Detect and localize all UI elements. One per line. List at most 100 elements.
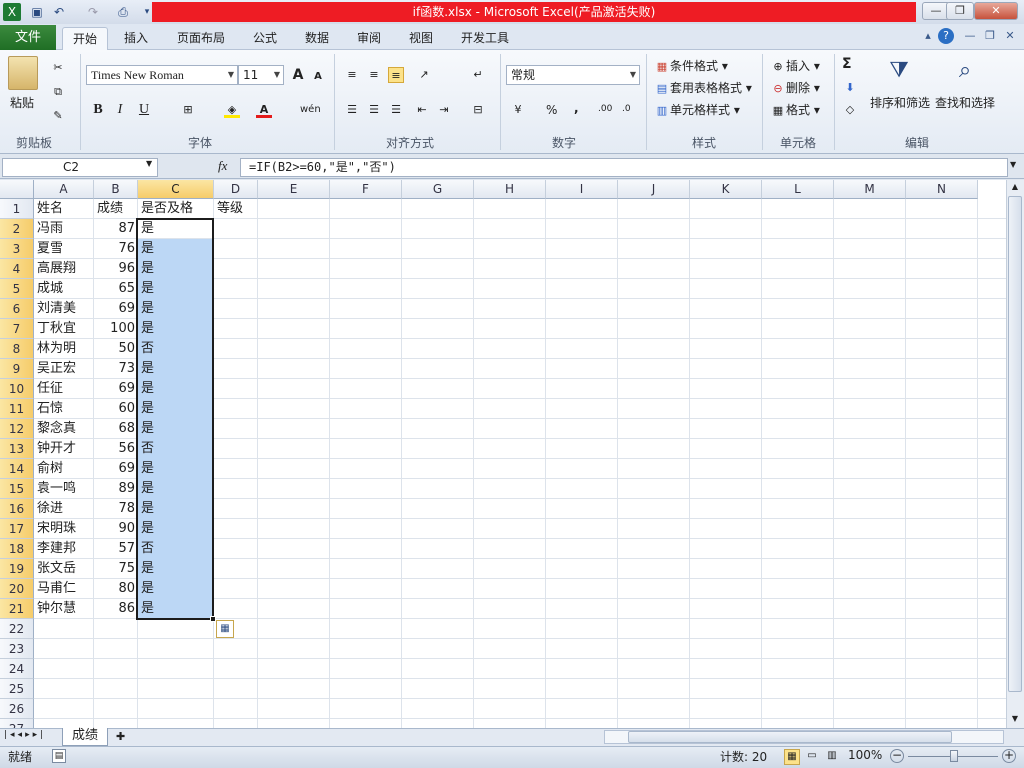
cell-name[interactable]: 俞树 bbox=[34, 459, 94, 479]
cell-score[interactable]: 56 bbox=[94, 439, 138, 459]
row-header[interactable]: 23 bbox=[0, 639, 34, 659]
row-header[interactable]: 24 bbox=[0, 659, 34, 679]
row-header[interactable]: 11 bbox=[0, 399, 34, 419]
sheet-tab-scores[interactable]: 成绩 bbox=[62, 728, 108, 746]
insert-sheet-icon[interactable]: ✚ bbox=[116, 730, 125, 743]
column-header-g[interactable]: G bbox=[402, 180, 474, 199]
clear-icon[interactable]: ◇ bbox=[842, 102, 858, 118]
page-layout-view-icon[interactable]: ▭ bbox=[804, 749, 820, 765]
tab-review[interactable]: 审阅 bbox=[350, 27, 388, 50]
tab-file[interactable]: 文件 bbox=[0, 25, 56, 50]
tab-formulas[interactable]: 公式 bbox=[246, 27, 284, 50]
cell-score[interactable]: 80 bbox=[94, 579, 138, 599]
row-header[interactable]: 14 bbox=[0, 459, 34, 479]
cell-name[interactable]: 冯雨 bbox=[34, 219, 94, 239]
borders-icon[interactable]: ⊞ bbox=[180, 102, 196, 118]
column-header-l[interactable]: L bbox=[762, 180, 834, 199]
column-header-b[interactable]: B bbox=[94, 180, 138, 199]
column-header-d[interactable]: D bbox=[214, 180, 258, 199]
comma-button[interactable]: , bbox=[574, 101, 579, 115]
header-cell-pass[interactable]: 是否及格 bbox=[138, 199, 214, 219]
cell-name[interactable]: 丁秋宜 bbox=[34, 319, 94, 339]
phonetic-icon[interactable]: wén bbox=[300, 102, 321, 118]
cell-score[interactable]: 69 bbox=[94, 299, 138, 319]
header-cell-score[interactable]: 成绩 bbox=[94, 199, 138, 219]
decrease-indent-icon[interactable]: ⇤ bbox=[414, 102, 430, 118]
fill-icon[interactable]: ⬇ bbox=[842, 80, 858, 96]
cell-name[interactable]: 吴正宏 bbox=[34, 359, 94, 379]
find-select-button[interactable]: 查找和选择 bbox=[935, 94, 995, 111]
cell-score[interactable]: 87 bbox=[94, 219, 138, 239]
zoom-slider-thumb[interactable] bbox=[950, 750, 958, 762]
sort-filter-icon[interactable]: ⧩ bbox=[884, 58, 914, 88]
column-header-j[interactable]: J bbox=[618, 180, 690, 199]
format-cells-button[interactable]: ▦ 格式 ▾ bbox=[770, 101, 820, 119]
row-header[interactable]: 6 bbox=[0, 299, 34, 319]
cut-icon[interactable]: ✂ bbox=[50, 60, 66, 76]
orientation-icon[interactable]: ↗ bbox=[416, 67, 432, 83]
cell-name[interactable]: 马甫仁 bbox=[34, 579, 94, 599]
cell-score[interactable]: 69 bbox=[94, 379, 138, 399]
select-all-button[interactable] bbox=[0, 180, 34, 199]
cell-name[interactable]: 成城 bbox=[34, 279, 94, 299]
name-box[interactable]: C2 bbox=[2, 158, 158, 177]
tab-data[interactable]: 数据 bbox=[298, 27, 336, 50]
cell-score[interactable]: 50 bbox=[94, 339, 138, 359]
cell-score[interactable]: 86 bbox=[94, 599, 138, 619]
expand-formula-icon[interactable]: ▼ bbox=[1010, 160, 1016, 169]
font-size-combo[interactable]: 11 ▼ bbox=[238, 65, 284, 85]
cell-score[interactable]: 57 bbox=[94, 539, 138, 559]
column-header-h[interactable]: H bbox=[474, 180, 546, 199]
tab-page-layout[interactable]: 页面布局 bbox=[170, 27, 232, 50]
shrink-font-button[interactable]: A bbox=[310, 69, 326, 85]
row-header[interactable]: 16 bbox=[0, 499, 34, 519]
decrease-decimal-button[interactable]: .0 bbox=[622, 104, 631, 114]
cell-score[interactable]: 73 bbox=[94, 359, 138, 379]
align-right-icon[interactable]: ☰ bbox=[388, 102, 404, 118]
row-header[interactable]: 3 bbox=[0, 239, 34, 259]
normal-view-icon[interactable]: ▦ bbox=[784, 749, 800, 765]
scroll-up-icon[interactable]: ▲ bbox=[1008, 182, 1022, 194]
tab-developer[interactable]: 开发工具 bbox=[454, 27, 516, 50]
tab-insert[interactable]: 插入 bbox=[116, 27, 156, 50]
merge-center-icon[interactable]: ⊟ bbox=[470, 102, 486, 118]
cell-score[interactable]: 76 bbox=[94, 239, 138, 259]
ribbon-minimize-icon[interactable]: ▴ bbox=[920, 28, 936, 44]
cell-name[interactable]: 钟开才 bbox=[34, 439, 94, 459]
increase-decimal-button[interactable]: .00 bbox=[598, 104, 612, 114]
bold-button[interactable]: B bbox=[90, 102, 106, 118]
insert-function-button[interactable]: fx bbox=[218, 158, 227, 174]
row-header[interactable]: 18 bbox=[0, 539, 34, 559]
cell-name[interactable]: 李建邦 bbox=[34, 539, 94, 559]
scroll-down-icon[interactable]: ▼ bbox=[1008, 714, 1022, 726]
row-header[interactable]: 1 bbox=[0, 199, 34, 219]
column-header-f[interactable]: F bbox=[330, 180, 402, 199]
paste-button[interactable]: 粘贴 bbox=[10, 94, 34, 111]
fill-color-icon[interactable]: ◈ bbox=[224, 102, 240, 118]
cell-name[interactable]: 刘清美 bbox=[34, 299, 94, 319]
conditional-format-button[interactable]: ▦ 条件格式 ▾ bbox=[654, 57, 728, 75]
increase-indent-icon[interactable]: ⇥ bbox=[436, 102, 452, 118]
row-header[interactable]: 17 bbox=[0, 519, 34, 539]
column-header-c[interactable]: C bbox=[138, 180, 214, 199]
grow-font-button[interactable]: A bbox=[290, 67, 306, 83]
row-header[interactable]: 8 bbox=[0, 339, 34, 359]
format-painter-icon[interactable]: ✎ bbox=[50, 108, 66, 124]
redo-icon[interactable]: ↷ bbox=[84, 3, 102, 21]
column-header-m[interactable]: M bbox=[834, 180, 906, 199]
header-cell-name[interactable]: 姓名 bbox=[34, 199, 94, 219]
row-header[interactable]: 2 bbox=[0, 219, 34, 239]
cell-score[interactable]: 89 bbox=[94, 479, 138, 499]
cell-score[interactable]: 60 bbox=[94, 399, 138, 419]
paste-icon[interactable] bbox=[8, 56, 38, 90]
row-header[interactable]: 25 bbox=[0, 679, 34, 699]
column-header-e[interactable]: E bbox=[258, 180, 330, 199]
find-select-icon[interactable]: ⌕ bbox=[950, 58, 980, 88]
currency-icon[interactable]: ¥ bbox=[510, 102, 526, 118]
cell-name[interactable]: 林为明 bbox=[34, 339, 94, 359]
wrap-text-icon[interactable]: ↵ bbox=[470, 67, 486, 83]
cell-score[interactable]: 68 bbox=[94, 419, 138, 439]
cell-name[interactable]: 夏雪 bbox=[34, 239, 94, 259]
cell-score[interactable]: 78 bbox=[94, 499, 138, 519]
doc-restore-icon[interactable]: ❐ bbox=[982, 28, 998, 44]
